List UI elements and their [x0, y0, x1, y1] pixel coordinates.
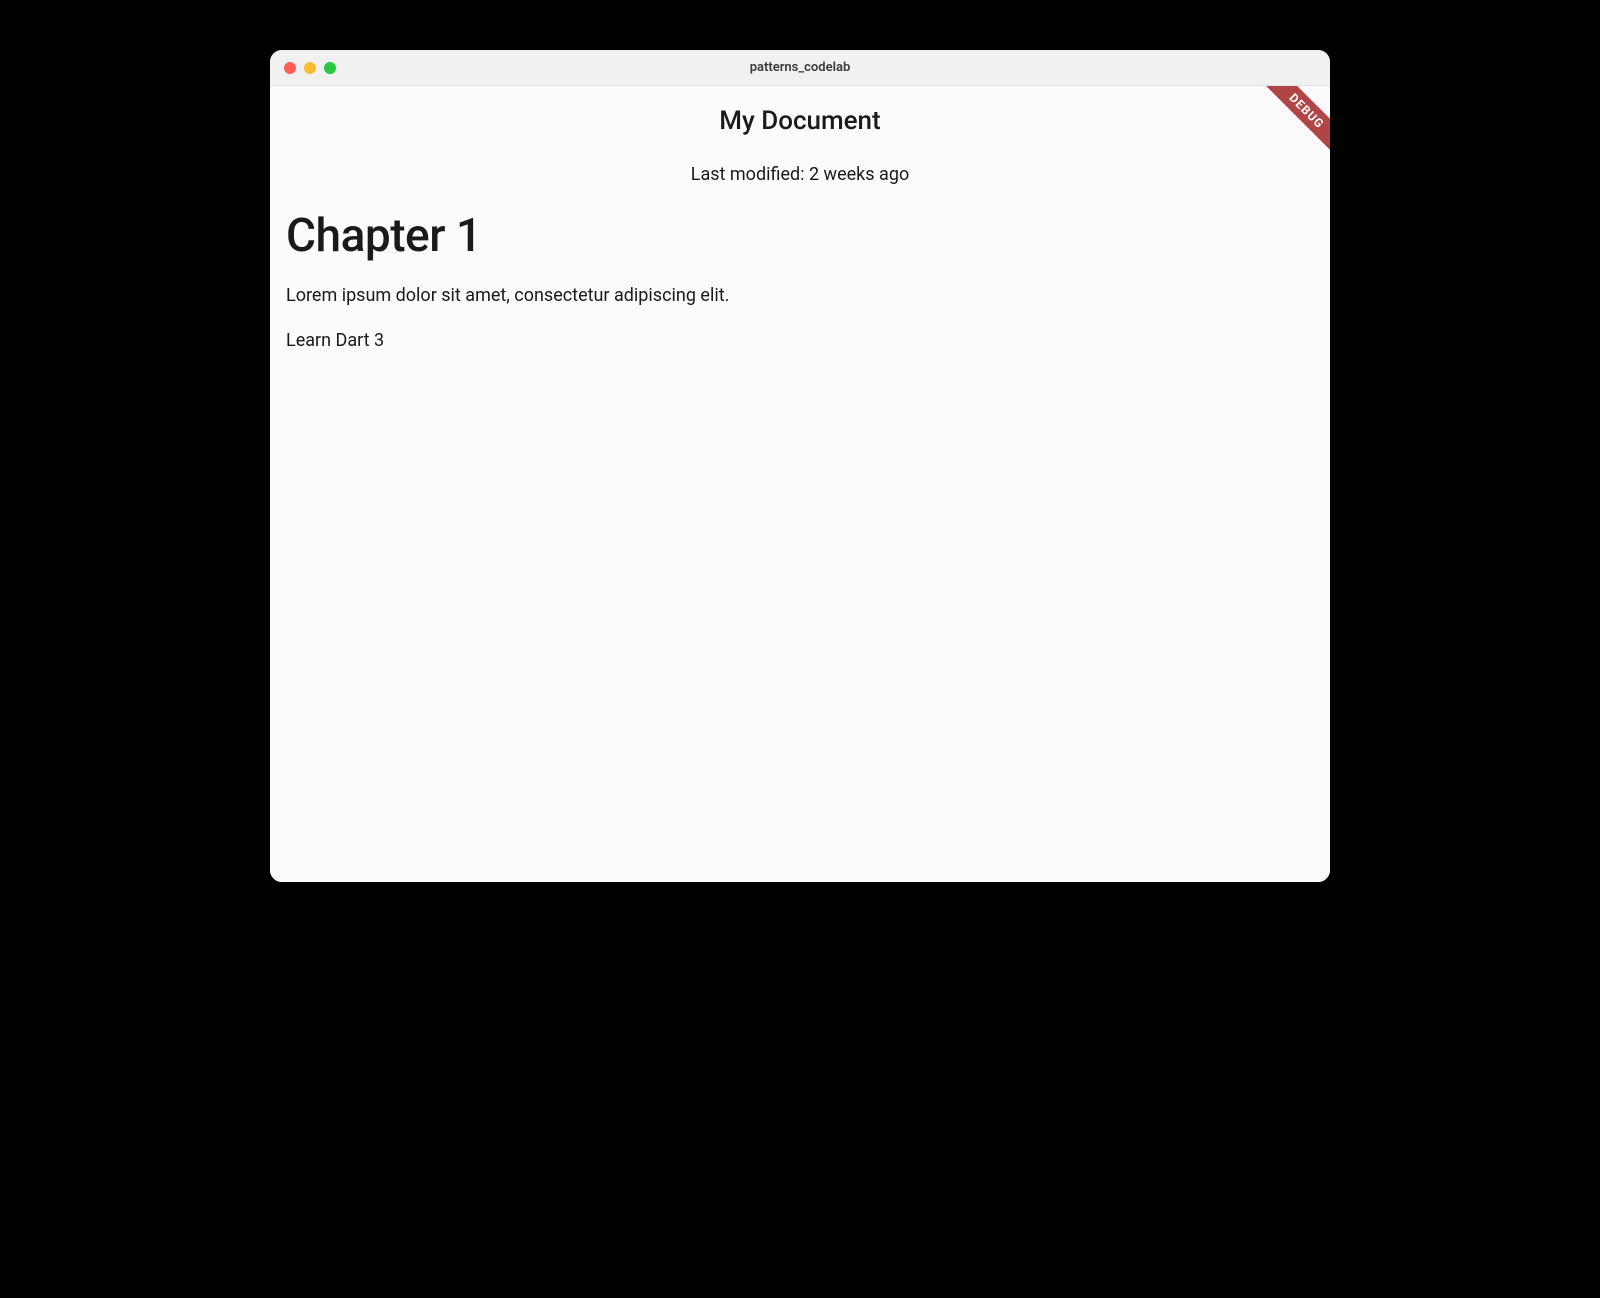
body-paragraph: Lorem ipsum dolor sit amet, consectetur …: [286, 285, 1314, 306]
link-text: Learn Dart 3: [286, 330, 1314, 351]
window-title: patterns_codelab: [270, 60, 1330, 75]
close-button[interactable]: [284, 62, 296, 74]
minimize-button[interactable]: [304, 62, 316, 74]
app-window: patterns_codelab DEBUG My Document Last …: [270, 50, 1330, 882]
document-header: My Document Last modified: 2 weeks ago: [270, 86, 1330, 185]
chapter-heading: Chapter 1: [286, 209, 1314, 263]
traffic-lights: [270, 62, 336, 74]
fullscreen-button[interactable]: [324, 62, 336, 74]
document-title: My Document: [270, 106, 1330, 136]
last-modified-text: Last modified: 2 weeks ago: [270, 164, 1330, 185]
app-content: DEBUG My Document Last modified: 2 weeks…: [270, 86, 1330, 882]
titlebar: patterns_codelab: [270, 50, 1330, 86]
document-body: Chapter 1 Lorem ipsum dolor sit amet, co…: [270, 185, 1330, 351]
